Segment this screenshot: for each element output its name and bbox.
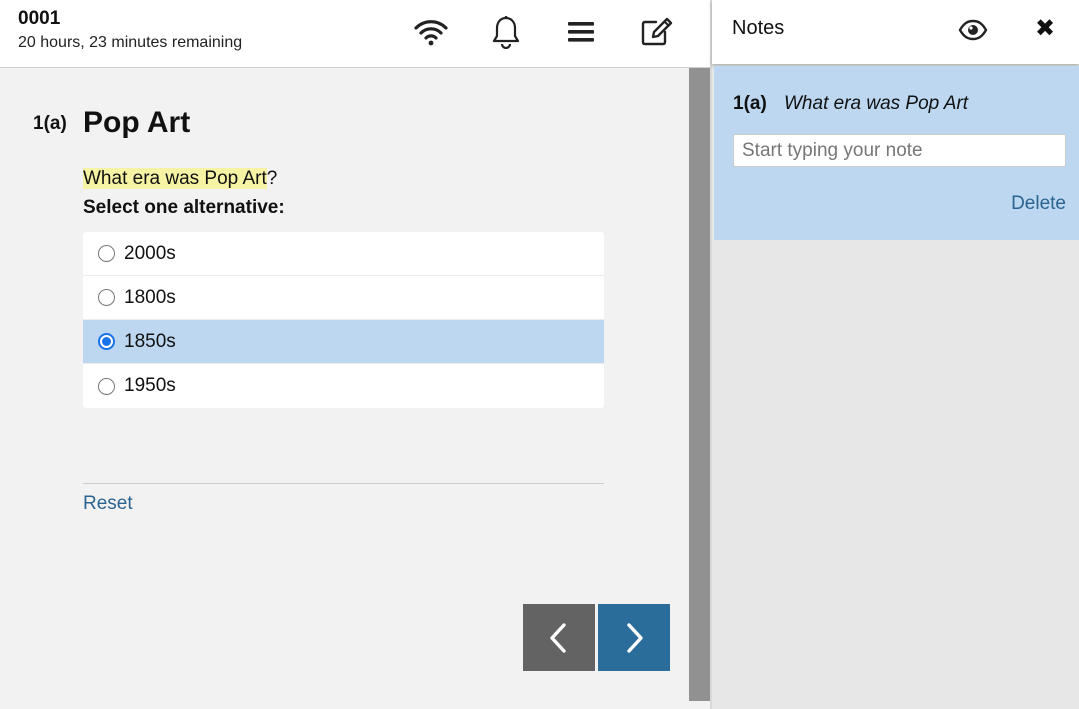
radio-button-selected[interactable] bbox=[98, 333, 115, 350]
menu-icon[interactable] bbox=[561, 12, 601, 52]
delete-note-link[interactable]: Delete bbox=[1011, 193, 1066, 215]
question-text-rest: ? bbox=[266, 168, 278, 189]
radio-button[interactable] bbox=[98, 245, 115, 262]
candidate-id: 0001 bbox=[18, 8, 61, 29]
option-1850s[interactable]: 1850s bbox=[83, 320, 604, 364]
notes-header: Notes ✖ bbox=[712, 0, 1079, 64]
note-input[interactable] bbox=[733, 134, 1066, 167]
option-label: 1800s bbox=[124, 286, 176, 308]
edit-icon[interactable] bbox=[636, 12, 676, 52]
option-2000s[interactable]: 2000s bbox=[83, 232, 604, 276]
top-bar: 0001 20 hours, 23 minutes remaining bbox=[0, 0, 711, 68]
chevron-left-icon bbox=[550, 622, 566, 653]
question-title: Pop Art bbox=[83, 106, 191, 139]
divider bbox=[83, 483, 604, 484]
previous-button[interactable] bbox=[523, 604, 595, 671]
note-question-number: 1(a) bbox=[733, 93, 767, 114]
wifi-icon[interactable] bbox=[411, 12, 451, 52]
option-label: 2000s bbox=[124, 242, 176, 264]
answer-options: 2000s 1800s 1850s 1950s bbox=[83, 232, 604, 408]
radio-button[interactable] bbox=[98, 377, 115, 395]
note-card: 1(a) What era was Pop Art Delete bbox=[714, 66, 1079, 240]
scrollbar[interactable] bbox=[689, 68, 710, 701]
close-icon[interactable]: ✖ bbox=[1035, 14, 1055, 43]
notes-title: Notes bbox=[732, 17, 785, 39]
time-remaining: 20 hours, 23 minutes remaining bbox=[18, 34, 243, 51]
question-instruction: Select one alternative: bbox=[83, 197, 285, 218]
next-button[interactable] bbox=[598, 604, 670, 671]
question-area: 1(a) Pop Art What era was Pop Art? Selec… bbox=[0, 68, 689, 709]
eye-icon[interactable] bbox=[957, 16, 989, 49]
question-number: 1(a) bbox=[33, 113, 67, 134]
question-text: What era was Pop Art? bbox=[83, 168, 277, 190]
note-question-text: What era was Pop Art bbox=[784, 93, 969, 114]
option-label: 1950s bbox=[124, 375, 176, 396]
chevron-right-icon bbox=[627, 622, 643, 653]
option-label: 1850s bbox=[124, 330, 176, 352]
option-1950s[interactable]: 1950s bbox=[83, 364, 604, 408]
radio-button[interactable] bbox=[98, 289, 115, 306]
option-1800s[interactable]: 1800s bbox=[83, 276, 604, 320]
notes-panel: Notes ✖ 1(a) What era was Pop Art Delete bbox=[712, 0, 1079, 709]
highlighted-text: What era was Pop Art bbox=[83, 168, 267, 189]
reset-link[interactable]: Reset bbox=[83, 493, 133, 515]
bell-icon[interactable] bbox=[486, 12, 526, 52]
